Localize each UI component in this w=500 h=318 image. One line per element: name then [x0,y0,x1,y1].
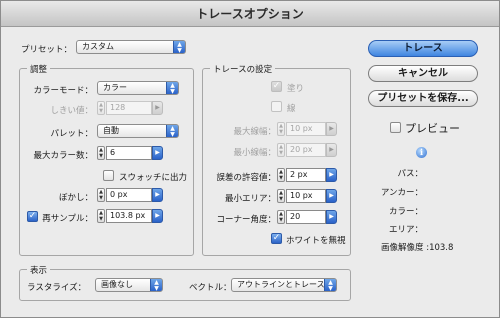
palette-popup[interactable]: 自動 ▲ ▼ [97,124,179,138]
path-fitting-label: 誤差の許容値： [216,173,276,183]
color-mode-popup[interactable]: カラー ▲ ▼ [97,81,179,95]
max-colors-label: 最大カラー数： [33,151,93,161]
stepper-icon[interactable]: ▲ ▼ [97,146,105,160]
max-stroke-weight-label: 最大線幅： [233,127,276,137]
corner-angle-label: コーナー角度： [216,215,276,225]
stroke-checkbox[interactable] [271,101,282,112]
popup-arrows-icon: ▲ ▼ [166,125,178,137]
ignore-white-label: ホワイトを無視 [286,236,346,246]
stepper-icon[interactable]: ▲ ▼ [277,189,285,203]
corner-angle-field[interactable]: 20 [286,210,326,224]
view-group-title: 表示 [27,264,51,276]
stepper-icon[interactable]: ▲ ▼ [277,143,285,157]
palette-label: パレット： [50,129,93,139]
popup-arrows-icon: ▲ ▼ [166,82,178,94]
swatch-output-label: スウォッチに出力 [119,173,188,183]
max-colors-combo[interactable]: ▲ ▼ 6 ▶ [97,146,165,160]
preview-checkbox[interactable] [390,122,401,133]
resample-combo[interactable]: ▲ ▼ 103.8 px ▶ [97,209,165,223]
info-icon: i [416,147,427,158]
stroke-label: 線 [287,104,296,114]
anchors-label: アンカー： [380,188,423,198]
dropdown-arrow-icon[interactable]: ▶ [326,189,337,203]
preset-label: プリセット： [21,45,73,55]
preset-value: カスタム [82,42,114,51]
fill-label: 塗り [287,84,305,94]
max-stroke-weight-combo[interactable]: ▲ ▼ 10 px ▶ [277,122,337,136]
path-fitting-combo[interactable]: ▲ ▼ 2 px ▶ [277,168,337,182]
dropdown-arrow-icon[interactable]: ▶ [152,146,163,160]
vector-label: ベクトル： [189,283,232,293]
colors-label: カラー： [388,207,423,217]
swatch-output-checkbox[interactable] [103,170,114,181]
blur-label: ぼかし： [58,193,93,203]
palette-value: 自動 [103,126,119,135]
trace-options-dialog: トレースオプション プリセット： カスタム ▲ ▼ 調整 カラーモード： カラー … [0,0,500,318]
min-area-combo[interactable]: ▲ ▼ 10 px ▶ [277,189,337,203]
dropdown-arrow-icon[interactable]: ▶ [152,101,163,115]
min-stroke-length-label: 最小線幅： [233,148,276,158]
raster-label: ラスタライズ： [27,283,87,293]
stepper-icon[interactable]: ▲ ▼ [97,209,105,223]
popup-arrows-icon: ▲ ▼ [173,41,185,53]
max-colors-field[interactable]: 6 [106,146,152,160]
preset-popup[interactable]: カスタム ▲ ▼ [76,40,186,54]
corner-angle-combo[interactable]: ▲ ▼ 20 ▶ [277,210,337,224]
trace-settings-group [202,68,351,256]
max-stroke-weight-field[interactable]: 10 px [286,122,326,136]
cancel-button[interactable]: キャンセル [368,65,478,82]
paths-label: パス： [397,169,423,179]
resample-field[interactable]: 103.8 px [106,209,152,223]
vector-popup[interactable]: アウトラインとトレース ▲ ▼ [231,278,337,292]
stepper-icon[interactable]: ▲ ▼ [277,122,285,136]
color-mode-label: カラーモード： [33,86,93,96]
threshold-combo[interactable]: ▲ ▼ 128 ▶ [97,101,165,115]
trace-settings-group-title: トレースの設定 [210,63,276,75]
stepper-icon[interactable]: ▲ ▼ [277,210,285,224]
threshold-label: しきい値： [50,106,93,116]
resample-label: 再サンプル： [42,214,93,224]
ignore-white-checkbox[interactable]: ✓ [271,233,282,244]
save-preset-button[interactable]: プリセットを保存... [368,90,478,107]
stepper-icon[interactable]: ▲ ▼ [97,101,105,115]
fill-checkbox[interactable]: ✓ [271,81,282,92]
min-area-field[interactable]: 10 px [286,189,326,203]
adjust-group-title: 調整 [27,63,51,75]
image-resolution-label: 画像解像度 :103.8 [381,243,454,253]
dropdown-arrow-icon[interactable]: ▶ [326,143,337,157]
blur-field[interactable]: 0 px [106,188,152,202]
stepper-icon[interactable]: ▲ ▼ [97,188,105,202]
threshold-field[interactable]: 128 [106,101,152,115]
stepper-icon[interactable]: ▲ ▼ [277,168,285,182]
dropdown-arrow-icon[interactable]: ▶ [326,122,337,136]
adjust-group [19,68,194,256]
trace-button[interactable]: トレース [368,40,478,57]
popup-arrows-icon: ▲ ▼ [324,279,336,291]
color-mode-value: カラー [103,83,127,92]
preview-label: プレビュー [405,122,460,135]
areas-label: エリア： [388,225,423,235]
raster-value: 画像なし [101,280,133,289]
min-stroke-length-combo[interactable]: ▲ ▼ 20 px ▶ [277,143,337,157]
dropdown-arrow-icon[interactable]: ▶ [326,168,337,182]
path-fitting-field[interactable]: 2 px [286,168,326,182]
raster-popup[interactable]: 画像なし ▲ ▼ [95,278,163,292]
blur-combo[interactable]: ▲ ▼ 0 px ▶ [97,188,165,202]
dropdown-arrow-icon[interactable]: ▶ [152,188,163,202]
dropdown-arrow-icon[interactable]: ▶ [152,209,163,223]
popup-arrows-icon: ▲ ▼ [150,279,162,291]
min-area-label: 最小エリア： [224,194,276,204]
window-title: トレースオプション [1,1,499,27]
vector-value: アウトラインとトレース [237,280,325,289]
dropdown-arrow-icon[interactable]: ▶ [326,210,337,224]
min-stroke-length-field[interactable]: 20 px [286,143,326,157]
